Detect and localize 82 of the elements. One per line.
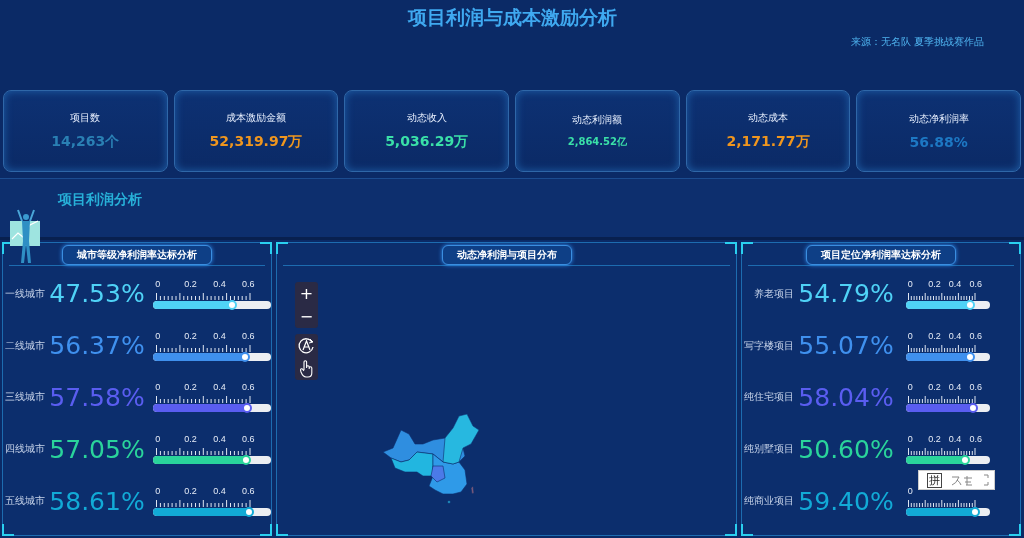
rate-value: 59.40% [798,486,894,516]
row-label: 写字楼项目 [743,338,794,353]
row-label: 四线城市 [4,442,45,457]
source-note: 来源：无名队 夏季挑战赛作品 [850,35,984,49]
tick-label: 0.2 [184,278,198,291]
section-title: 项目利润分析 [56,190,143,209]
rate-value: 47.53% [49,279,145,309]
tick-label: 0.4 [213,486,227,499]
row-label: 三线城市 [4,390,45,405]
corner-bracket [1009,524,1021,536]
tick-label: 0.4 [213,278,227,291]
tick-label: 0.4 [948,382,963,395]
dashboard-title: 项目利润与成本激励分析 [406,5,618,30]
kpi-value: 5,036.29万 [385,133,469,151]
tick-label: 0.6 [969,434,983,447]
tick-label: 0.2 [928,382,942,395]
rate-value: 57.05% [49,434,145,464]
tick-label: 0.2 [928,278,942,291]
tick-label: 0.6 [969,330,983,343]
tick-label: 0.2 [928,330,942,343]
rate-value: 50.60% [798,434,894,464]
tick-label: 0.2 [928,434,942,447]
corner-bracket [260,242,272,254]
kpi-label: 成本激励金额 [226,111,286,125]
tick-label: 0.4 [213,434,227,447]
kpi-value: 2,171.77万 [726,133,810,151]
kpi-label: 动态成本 [748,111,788,125]
corner-bracket [276,524,288,536]
kpi-label: 项目数 [70,111,101,125]
tick-label: 0.2 [184,330,198,343]
tick-label: 0 [907,434,914,447]
kpi-label: 动态收入 [406,111,447,125]
tick-label: 0.6 [242,278,256,291]
corner-bracket [2,524,14,536]
kpi-value: 52,319.97万 [209,133,303,151]
row-label: 纯别墅项目 [743,442,794,457]
rate-value: 57.58% [49,383,145,412]
tick-label: 0 [155,486,162,499]
tick-label: 0.4 [213,382,227,395]
rate-value: 58.04% [798,383,894,412]
kpi-value: 56.88% [909,134,968,150]
corner-bracket [276,242,288,254]
tick-label: 0 [155,434,162,447]
tick-label: 0.6 [242,486,256,499]
row-label: 一线城市 [4,286,45,301]
tick-label: 0.2 [184,434,198,447]
rate-value: 56.37% [49,331,145,361]
tick-label: 0.4 [213,330,227,343]
panel-title: 城市等级净利润率达标分析 [62,245,212,265]
row-label: 纯商业项目 [743,494,794,509]
tick-label: 0 [907,330,914,343]
tick-label: 0.4 [948,434,963,447]
tick-label: 0 [907,382,914,395]
zoom-out-button[interactable]: − [295,305,318,328]
tick-label: 0.2 [184,382,198,395]
tick-label: 0.6 [242,382,256,395]
row-label: 五线城市 [4,494,45,509]
tick-label: 0 [155,330,162,343]
tick-label: 0.4 [948,330,963,343]
tick-label: 0.6 [969,382,983,395]
tick-label: 0.6 [242,434,256,447]
rate-value: 54.79% [798,279,894,309]
tick-label: 0.2 [184,486,198,499]
tick-label: 0 [907,278,914,291]
tick-label: 0.4 [948,278,963,291]
row-label: 养老项目 [753,286,794,301]
kpi-value: 14,263个 [51,133,120,151]
kpi-label: 动态利润额 [572,113,623,127]
tick-label: 0 [155,278,162,291]
kpi-label: 动态净利润率 [908,112,969,126]
corner-bracket [260,524,272,536]
tick-label: 0.6 [242,330,256,343]
corner-bracket [1009,242,1021,254]
zoom-in-button[interactable]: + [295,282,318,305]
tick-label: 0.6 [969,278,983,291]
rate-value: 55.07% [798,331,894,361]
rate-value: 58.61% [49,486,145,516]
row-label: 二线城市 [4,338,45,353]
tick-label: 0 [907,486,914,499]
tick-label: 0 [155,382,162,395]
row-label: 纯住宅项目 [743,390,794,405]
kpi-value: 2,864.52亿 [567,135,628,149]
